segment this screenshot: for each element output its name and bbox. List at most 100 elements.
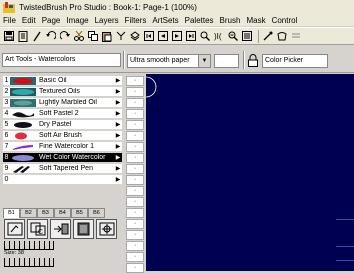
- palette-cell[interactable]: ·: [126, 252, 144, 262]
- menu-layers[interactable]: Layers: [92, 16, 122, 25]
- menu-palettes[interactable]: Palettes: [182, 16, 217, 25]
- menu-artsets[interactable]: ArtSets: [149, 16, 181, 25]
- layer-icon[interactable]: [129, 30, 141, 42]
- window-title: TwistedBrush Pro Studio : Book-1: Page-1…: [19, 2, 197, 12]
- palette-cell[interactable]: ·: [126, 263, 144, 273]
- brush-number: 2: [4, 88, 9, 95]
- palette-cell[interactable]: ·: [126, 186, 144, 196]
- menu-image[interactable]: Image: [63, 16, 91, 25]
- lock-icon[interactable]: [248, 54, 258, 67]
- tab-b3[interactable]: B3: [37, 208, 54, 218]
- triangle-right-icon[interactable]: ▶: [114, 132, 122, 139]
- grid-icon[interactable]: )I(: [213, 30, 225, 42]
- painting-canvas[interactable]: [146, 74, 354, 271]
- menu-file[interactable]: File: [0, 16, 19, 25]
- menu-brush[interactable]: Brush: [217, 16, 244, 25]
- palette-cell[interactable]: ·: [126, 142, 144, 152]
- triangle-right-icon[interactable]: ▶: [114, 77, 122, 84]
- brush-item-soft-tapered-pen[interactable]: 9 Soft Tapered Pen ▶: [3, 164, 122, 174]
- palette-cell[interactable]: ·: [126, 241, 144, 251]
- triangle-right-icon[interactable]: ▶: [114, 154, 122, 161]
- brush-item-empty[interactable]: 0 ▶: [3, 175, 122, 185]
- triangle-right-icon[interactable]: ▶: [114, 88, 122, 95]
- palette-cell[interactable]: ·: [126, 175, 144, 185]
- brush-number: 5: [4, 121, 9, 128]
- palette-cell[interactable]: ·: [126, 98, 144, 108]
- palette-cell[interactable]: ·: [126, 153, 144, 163]
- menu-mask[interactable]: Mask: [243, 16, 268, 25]
- cut-icon[interactable]: [73, 30, 85, 42]
- brush-item-textured-oils[interactable]: 2 Textured Oils ▶: [3, 87, 122, 97]
- divider: [243, 51, 245, 69]
- zoom-icon[interactable]: [199, 30, 211, 42]
- palette-cell[interactable]: ·: [126, 197, 144, 207]
- triangle-right-icon[interactable]: ▶: [114, 121, 122, 128]
- size-slider-2[interactable]: [4, 258, 54, 267]
- save-icon[interactable]: [3, 30, 15, 42]
- menu-page[interactable]: Page: [39, 16, 64, 25]
- book-icon[interactable]: [17, 30, 29, 42]
- brush-item-wet-color-watercolor[interactable]: 8 Wet Color Watercolor ▶: [3, 153, 122, 163]
- zoom-fit-icon[interactable]: [227, 30, 239, 42]
- page-prev-icon[interactable]: [157, 30, 169, 42]
- triangle-right-icon[interactable]: ▶: [114, 143, 122, 150]
- brush-to-page-icon[interactable]: [50, 219, 71, 239]
- chevron-down-icon[interactable]: ▼: [198, 55, 210, 67]
- tab-b6[interactable]: B6: [88, 208, 105, 218]
- palette-cell[interactable]: ·: [126, 120, 144, 130]
- eyedropper-icon[interactable]: [262, 30, 274, 42]
- palette-cell[interactable]: ·: [126, 87, 144, 97]
- brush-name: Soft Pastel 2: [39, 110, 79, 117]
- brush-name: Textured Oils: [39, 88, 80, 95]
- palette-cell[interactable]: ·: [126, 164, 144, 174]
- brush-item-lightly-marbled-oil[interactable]: 3 Lightly Marbled Oil ▶: [3, 98, 122, 108]
- tab-b2[interactable]: B2: [20, 208, 37, 218]
- color-picker-button[interactable]: Color Picker: [262, 54, 328, 68]
- brush-item-fine-watercolor-1[interactable]: 7 Fine Watercolor 1 ▶: [3, 142, 122, 152]
- menu-filters[interactable]: Filters: [122, 16, 150, 25]
- page-last-icon[interactable]: [185, 30, 197, 42]
- paper-select-value: Ultra smooth paper: [130, 57, 190, 64]
- brush-item-basic-oil[interactable]: 1 Basic Oil ▶: [3, 76, 122, 86]
- palette-cell[interactable]: ·: [126, 208, 144, 218]
- paper-color-swatch[interactable]: [214, 54, 239, 68]
- palette-cell[interactable]: ·: [126, 219, 144, 229]
- palette-cell[interactable]: ·: [126, 230, 144, 240]
- page-first-icon[interactable]: [143, 30, 155, 42]
- brush-settings-icon[interactable]: [96, 219, 117, 239]
- brush-item-soft-air-brush[interactable]: 6 Soft Air Brush ▶: [3, 131, 122, 141]
- tab-b4[interactable]: B4: [54, 208, 71, 218]
- book-stack-icon[interactable]: [241, 30, 253, 42]
- paper-select[interactable]: Ultra smooth paper ▼: [127, 54, 211, 68]
- tab-b1[interactable]: B1: [3, 208, 20, 218]
- triangle-right-icon[interactable]: ▶: [114, 176, 122, 183]
- undo-icon[interactable]: [45, 30, 57, 42]
- palette-cell[interactable]: ·: [126, 76, 144, 86]
- brush-number: 1: [4, 77, 9, 84]
- brush-number: 4: [4, 110, 9, 117]
- pencil-icon[interactable]: [31, 30, 43, 42]
- triangle-right-icon[interactable]: ▶: [114, 110, 122, 117]
- copy-icon[interactable]: [87, 30, 99, 42]
- overflow-icon[interactable]: [290, 30, 302, 42]
- page-icon[interactable]: [73, 219, 94, 239]
- redo-icon[interactable]: [59, 30, 71, 42]
- menu-control[interactable]: Control: [269, 16, 301, 25]
- brush-item-dry-pastel[interactable]: 5 Dry Pastel ▶: [3, 120, 122, 130]
- page-next-icon[interactable]: [171, 30, 183, 42]
- frame-brush-icon[interactable]: [4, 219, 25, 239]
- brush-preview: [10, 176, 36, 184]
- artset-name[interactable]: Art Tools - Watercolors: [2, 53, 121, 67]
- menu-edit[interactable]: Edit: [19, 16, 39, 25]
- palette-cell[interactable]: ·: [126, 131, 144, 141]
- triangle-right-icon[interactable]: ▶: [114, 99, 122, 106]
- size-slider[interactable]: [4, 241, 54, 250]
- brush-item-soft-pastel-2[interactable]: 4 Soft Pastel 2 ▶: [3, 109, 122, 119]
- tab-b5[interactable]: B5: [71, 208, 88, 218]
- bucket-icon[interactable]: [276, 30, 288, 42]
- copy-brush-icon[interactable]: C: [27, 219, 48, 239]
- palette-cell[interactable]: ·: [126, 109, 144, 119]
- merge-icon[interactable]: [115, 30, 127, 42]
- paste-icon[interactable]: [101, 30, 113, 42]
- triangle-right-icon[interactable]: ▶: [114, 165, 122, 172]
